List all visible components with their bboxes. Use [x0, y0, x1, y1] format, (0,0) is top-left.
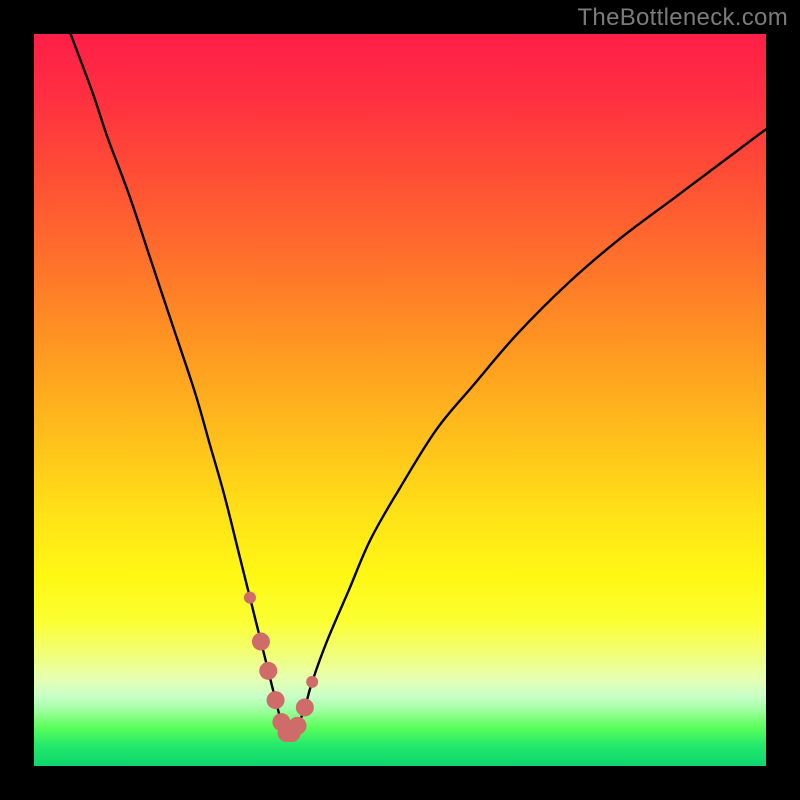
valley-marker [244, 592, 256, 604]
plot-area [34, 34, 766, 766]
valley-marker [306, 676, 318, 688]
valley-marker [267, 691, 285, 709]
valley-marker [252, 633, 270, 651]
watermark-text: TheBottleneck.com [577, 4, 788, 32]
valley-marker [259, 662, 277, 680]
bottleneck-curve-layer [34, 34, 766, 766]
bottleneck-curve [71, 34, 766, 734]
chart-frame: TheBottleneck.com [0, 0, 800, 800]
valley-marker [289, 717, 307, 735]
valley-marker [296, 698, 314, 716]
